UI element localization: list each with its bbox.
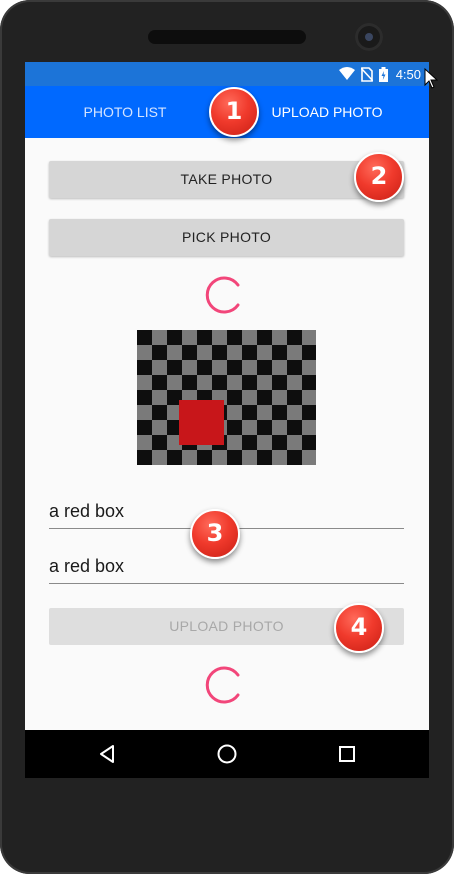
home-icon[interactable] (215, 742, 239, 766)
recents-icon[interactable] (335, 742, 359, 766)
pick-photo-button[interactable]: PICK PHOTO (49, 219, 404, 256)
selected-photo (137, 330, 316, 465)
tab-photo-list[interactable]: PHOTO LIST (65, 86, 185, 138)
annotation-badge-1: 1 (209, 87, 259, 137)
upload-spinner (205, 666, 240, 704)
annotation-badge-3: 3 (190, 509, 240, 559)
mouse-cursor-icon (424, 68, 438, 89)
no-sim-icon (360, 66, 373, 82)
phone-speaker (148, 30, 306, 44)
navigation-bar (25, 730, 429, 778)
red-box (179, 400, 224, 445)
phone-camera (355, 23, 383, 51)
annotation-badge-4: 4 (334, 603, 384, 653)
status-time: 4:50 (395, 66, 421, 82)
battery-charging-icon (378, 66, 388, 82)
take-photo-button[interactable]: TAKE PHOTO (49, 161, 404, 198)
phone-frame: 4:50 PHOTO LIST UPLOAD PHOTO TAKE PHOTO … (0, 0, 454, 874)
description-field[interactable]: a red box (49, 553, 404, 584)
annotation-badge-2: 2 (354, 152, 404, 202)
loading-spinner (205, 276, 240, 314)
status-bar: 4:50 (25, 62, 429, 86)
tab-upload-photo[interactable]: UPLOAD PHOTO (265, 86, 389, 138)
checkerboard-image (137, 330, 316, 465)
wifi-icon (338, 67, 355, 80)
back-icon[interactable] (95, 742, 119, 766)
